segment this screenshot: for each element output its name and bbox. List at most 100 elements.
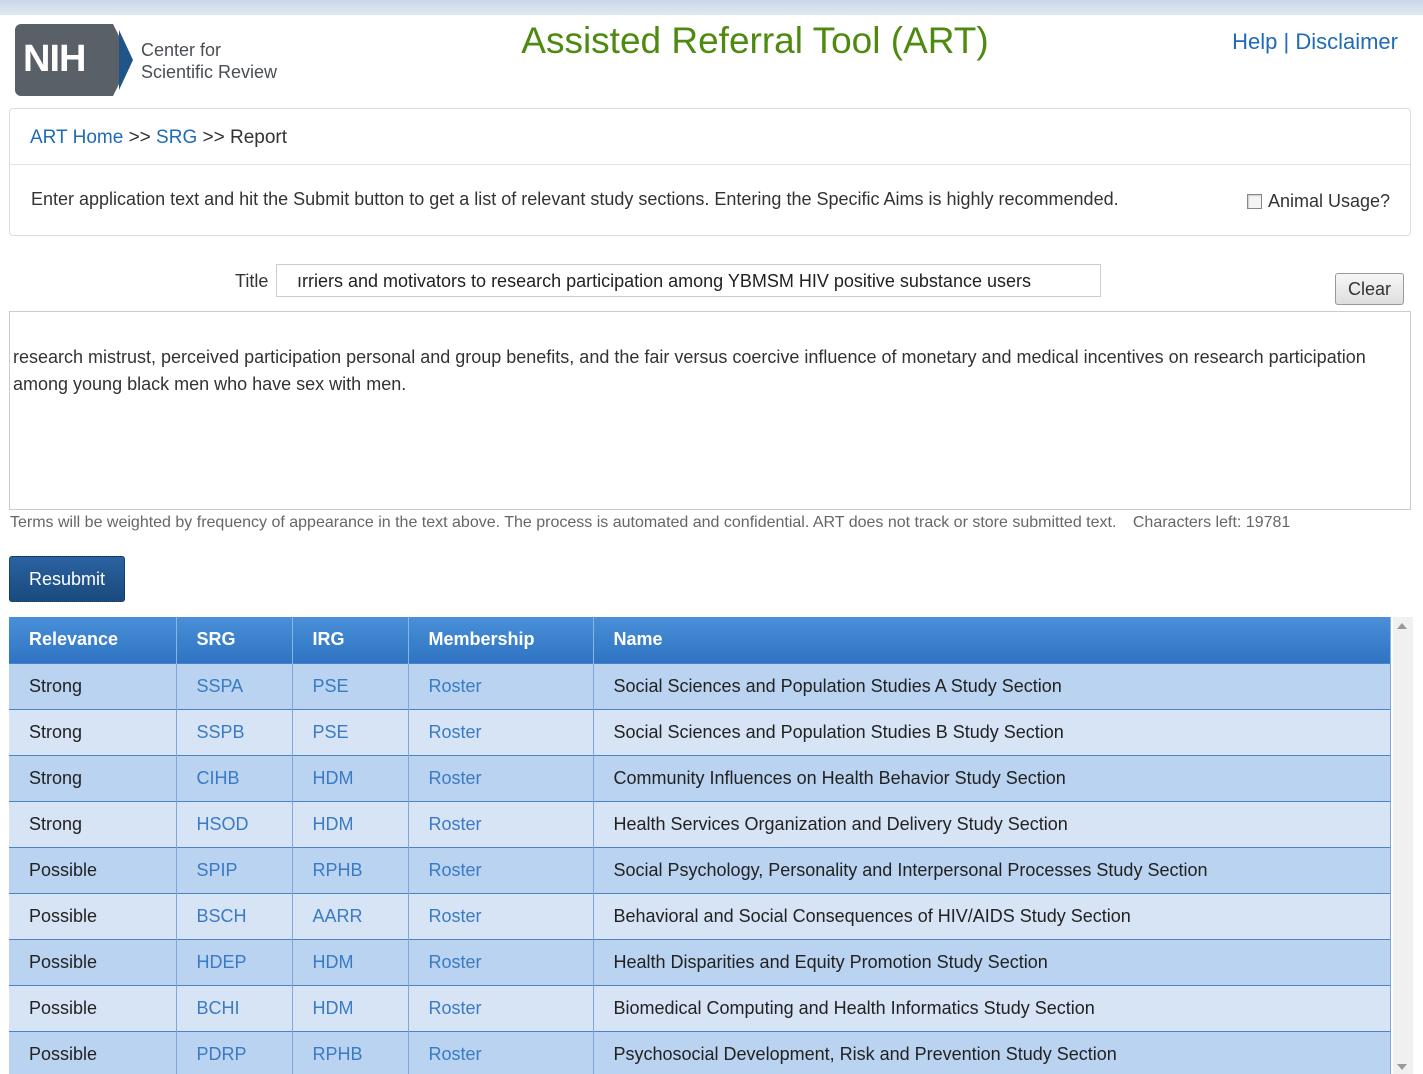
resubmit-button[interactable]: Resubmit xyxy=(9,556,125,602)
app-title: Assisted Referral Tool (ART) xyxy=(521,20,989,61)
study-section-name-cell: Health Services Organization and Deliver… xyxy=(613,813,1068,834)
relevance-cell: Possible xyxy=(29,1043,98,1064)
clear-button[interactable]: Clear xyxy=(1335,273,1404,305)
nih-csr-logo[interactable]: NIH Center for Scientific Review xyxy=(15,24,315,98)
table-cell: Roster xyxy=(408,938,594,985)
scroll-up-arrow-icon[interactable] xyxy=(1397,623,1407,629)
results-table-container: Relevance SRG IRG Membership Name Strong… xyxy=(9,617,1391,1074)
roster-link[interactable]: Roster xyxy=(429,860,482,880)
org-name-line2: Scientific Review xyxy=(141,62,278,82)
roster-link[interactable]: Roster xyxy=(429,1044,482,1064)
table-cell: Roster xyxy=(408,1030,594,1074)
study-section-name-cell: Psychosocial Development, Risk and Preve… xyxy=(613,1043,1117,1064)
animal-usage-toggle[interactable]: Animal Usage? xyxy=(1246,191,1390,212)
relevance-cell: Possible xyxy=(29,951,98,972)
table-cell: Strong xyxy=(9,662,177,709)
table-cell: Biomedical Computing and Health Informat… xyxy=(593,984,1391,1031)
table-cell: RPHB xyxy=(292,846,409,893)
table-cell: PSE xyxy=(292,708,409,755)
study-section-name-cell: Biomedical Computing and Health Informat… xyxy=(613,997,1095,1018)
breadcrumb-srg-link[interactable]: SRG xyxy=(156,127,197,148)
table-cell: Possible xyxy=(9,892,177,939)
table-cell: Health Services Organization and Deliver… xyxy=(593,800,1391,847)
srg-link[interactable]: SSPB xyxy=(197,722,245,742)
irg-link[interactable]: PSE xyxy=(313,722,349,742)
table-cell: Possible xyxy=(9,984,177,1031)
roster-link[interactable]: Roster xyxy=(429,814,482,834)
results-table: Relevance SRG IRG Membership Name Strong… xyxy=(9,617,1391,1074)
srg-link[interactable]: BSCH xyxy=(197,906,247,926)
table-cell: Social Sciences and Population Studies A… xyxy=(593,662,1391,709)
breadcrumb-separator: >> xyxy=(128,127,151,148)
table-row: Strong SSPB PSE Roster Social Sciences and P… xyxy=(9,708,1391,755)
irg-link[interactable]: RPHB xyxy=(313,1044,363,1064)
table-cell: Strong xyxy=(9,800,177,847)
srg-link[interactable]: HDEP xyxy=(197,952,247,972)
srg-link[interactable]: HSOD xyxy=(197,814,249,834)
column-header-name[interactable]: Name xyxy=(593,617,1391,663)
srg-link[interactable]: BCHI xyxy=(197,998,240,1018)
breadcrumb: ART Home >> SRG >> Report xyxy=(30,127,287,149)
study-section-name-cell: Health Disparities and Equity Promotion … xyxy=(613,951,1048,972)
relevance-cell: Possible xyxy=(29,859,98,880)
table-cell: HDM xyxy=(292,754,409,801)
table-row: Strong CIHB HDM Roster Community Influences … xyxy=(9,754,1391,801)
table-cell: Roster xyxy=(408,662,594,709)
org-name-line1: Center for xyxy=(141,40,222,60)
table-cell: SSPA xyxy=(176,662,293,709)
irg-link[interactable]: HDM xyxy=(313,998,354,1018)
study-section-name-cell: Behavioral and Social Consequences of HI… xyxy=(613,905,1131,926)
roster-link[interactable]: Roster xyxy=(429,768,482,788)
roster-link[interactable]: Roster xyxy=(429,952,482,972)
terms-note: Terms will be weighted by frequency of a… xyxy=(10,514,1290,532)
table-cell: Psychosocial Development, Risk and Preve… xyxy=(593,1030,1391,1074)
column-header-relevance[interactable]: Relevance xyxy=(9,617,177,663)
top-bar xyxy=(0,0,1423,15)
srg-link[interactable]: SSPA xyxy=(197,676,244,696)
results-body: Strong SSPA PSE Roster Social Sciences and P… xyxy=(9,662,1391,1074)
roster-link[interactable]: Roster xyxy=(429,722,482,742)
table-cell: Social Sciences and Population Studies B… xyxy=(593,708,1391,755)
table-cell: Social Psychology, Personality and Inter… xyxy=(593,846,1391,893)
column-header-srg[interactable]: SRG xyxy=(176,617,293,663)
roster-link[interactable]: Roster xyxy=(429,998,482,1018)
irg-link[interactable]: HDM xyxy=(313,768,354,788)
irg-link[interactable]: HDM xyxy=(313,814,354,834)
column-header-membership[interactable]: Membership xyxy=(408,617,594,663)
irg-link[interactable]: PSE xyxy=(313,676,349,696)
top-links: Help | Disclaimer xyxy=(1232,29,1398,55)
srg-link[interactable]: CIHB xyxy=(197,768,240,788)
animal-usage-checkbox[interactable] xyxy=(1246,194,1262,209)
relevance-cell: Strong xyxy=(29,767,83,788)
column-header-irg[interactable]: IRG xyxy=(292,617,409,663)
irg-link[interactable]: RPHB xyxy=(313,860,363,880)
roster-link[interactable]: Roster xyxy=(429,676,482,696)
srg-link[interactable]: SPIP xyxy=(197,860,238,880)
help-link[interactable]: Help xyxy=(1232,29,1277,54)
breadcrumb-current: Report xyxy=(230,127,288,148)
table-cell: Strong xyxy=(9,708,177,755)
table-cell: Roster xyxy=(408,984,594,1031)
table-cell: Strong xyxy=(9,754,177,801)
table-cell: Community Influences on Health Behavior … xyxy=(593,754,1391,801)
table-cell: Roster xyxy=(408,708,594,755)
irg-link[interactable]: AARR xyxy=(313,906,363,926)
breadcrumb-home-link[interactable]: ART Home xyxy=(30,127,123,148)
title-input[interactable]: ırriers and motivators to research parti… xyxy=(276,264,1101,297)
table-cell: SSPB xyxy=(176,708,293,755)
irg-link[interactable]: HDM xyxy=(313,952,354,972)
table-cell: Health Disparities and Equity Promotion … xyxy=(593,938,1391,985)
table-cell: Roster xyxy=(408,892,594,939)
disclaimer-link[interactable]: Disclaimer xyxy=(1295,29,1398,54)
results-scrollbar[interactable] xyxy=(1393,617,1413,1074)
srg-link[interactable]: PDRP xyxy=(197,1044,247,1064)
application-text-area[interactable]: research mistrust, perceived participati… xyxy=(9,311,1411,510)
table-cell: HDM xyxy=(292,800,409,847)
table-cell: AARR xyxy=(292,892,409,939)
roster-link[interactable]: Roster xyxy=(429,906,482,926)
table-cell: RPHB xyxy=(292,1030,409,1074)
relevance-cell: Strong xyxy=(29,675,83,696)
logo-chevron-accent-icon xyxy=(119,30,133,90)
scroll-down-arrow-icon[interactable] xyxy=(1397,1064,1407,1070)
breadcrumb-separator: >> xyxy=(202,127,225,148)
